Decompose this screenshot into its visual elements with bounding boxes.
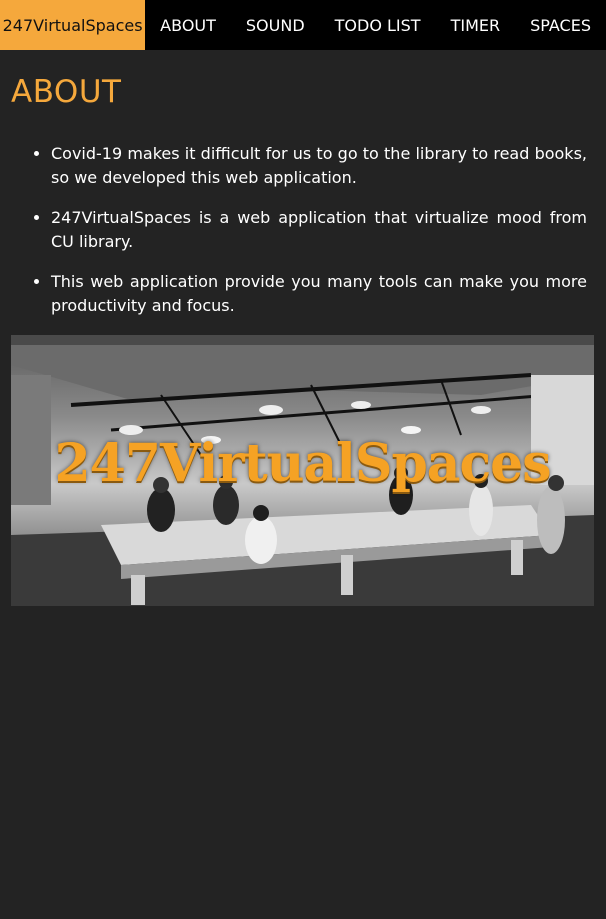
about-point: Covid-19 makes it difficult for us to go… [51, 142, 587, 190]
hero-image: 247VirtualSpaces [11, 335, 594, 606]
about-point: This web application provide you many to… [51, 270, 587, 318]
about-point: 247VirtualSpaces is a web application th… [51, 206, 587, 254]
nav-spaces[interactable]: SPACES [515, 0, 606, 50]
top-navbar: 247VirtualSpaces ABOUT SOUND TODO LIST T… [0, 0, 606, 50]
page-title: ABOUT [11, 74, 122, 110]
nav-timer[interactable]: TIMER [436, 0, 516, 50]
nav-about[interactable]: ABOUT [145, 0, 231, 50]
hero-overlay-text: 247VirtualSpaces [54, 433, 551, 494]
brand-link[interactable]: 247VirtualSpaces [0, 0, 146, 50]
nav-sound[interactable]: SOUND [231, 0, 320, 50]
nav-todo-list[interactable]: TODO LIST [320, 0, 436, 50]
about-list: Covid-19 makes it difficult for us to go… [11, 142, 587, 334]
